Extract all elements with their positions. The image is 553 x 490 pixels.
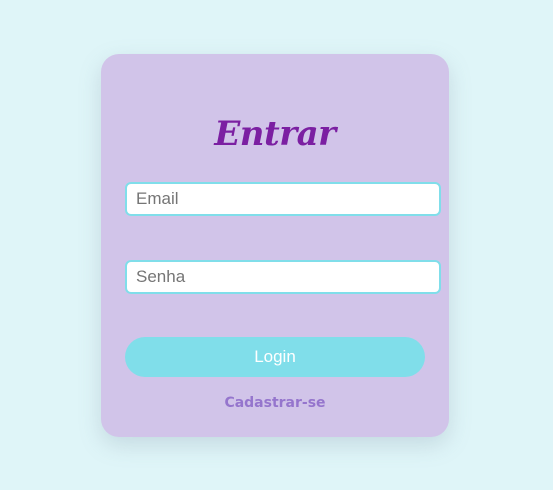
- login-button[interactable]: Login: [125, 337, 425, 377]
- login-title: Entrar: [214, 114, 336, 154]
- login-card: Entrar Login Cadastrar-se: [101, 54, 449, 437]
- password-input[interactable]: [125, 260, 441, 294]
- email-input[interactable]: [125, 182, 441, 216]
- signup-link[interactable]: Cadastrar-se: [101, 395, 449, 411]
